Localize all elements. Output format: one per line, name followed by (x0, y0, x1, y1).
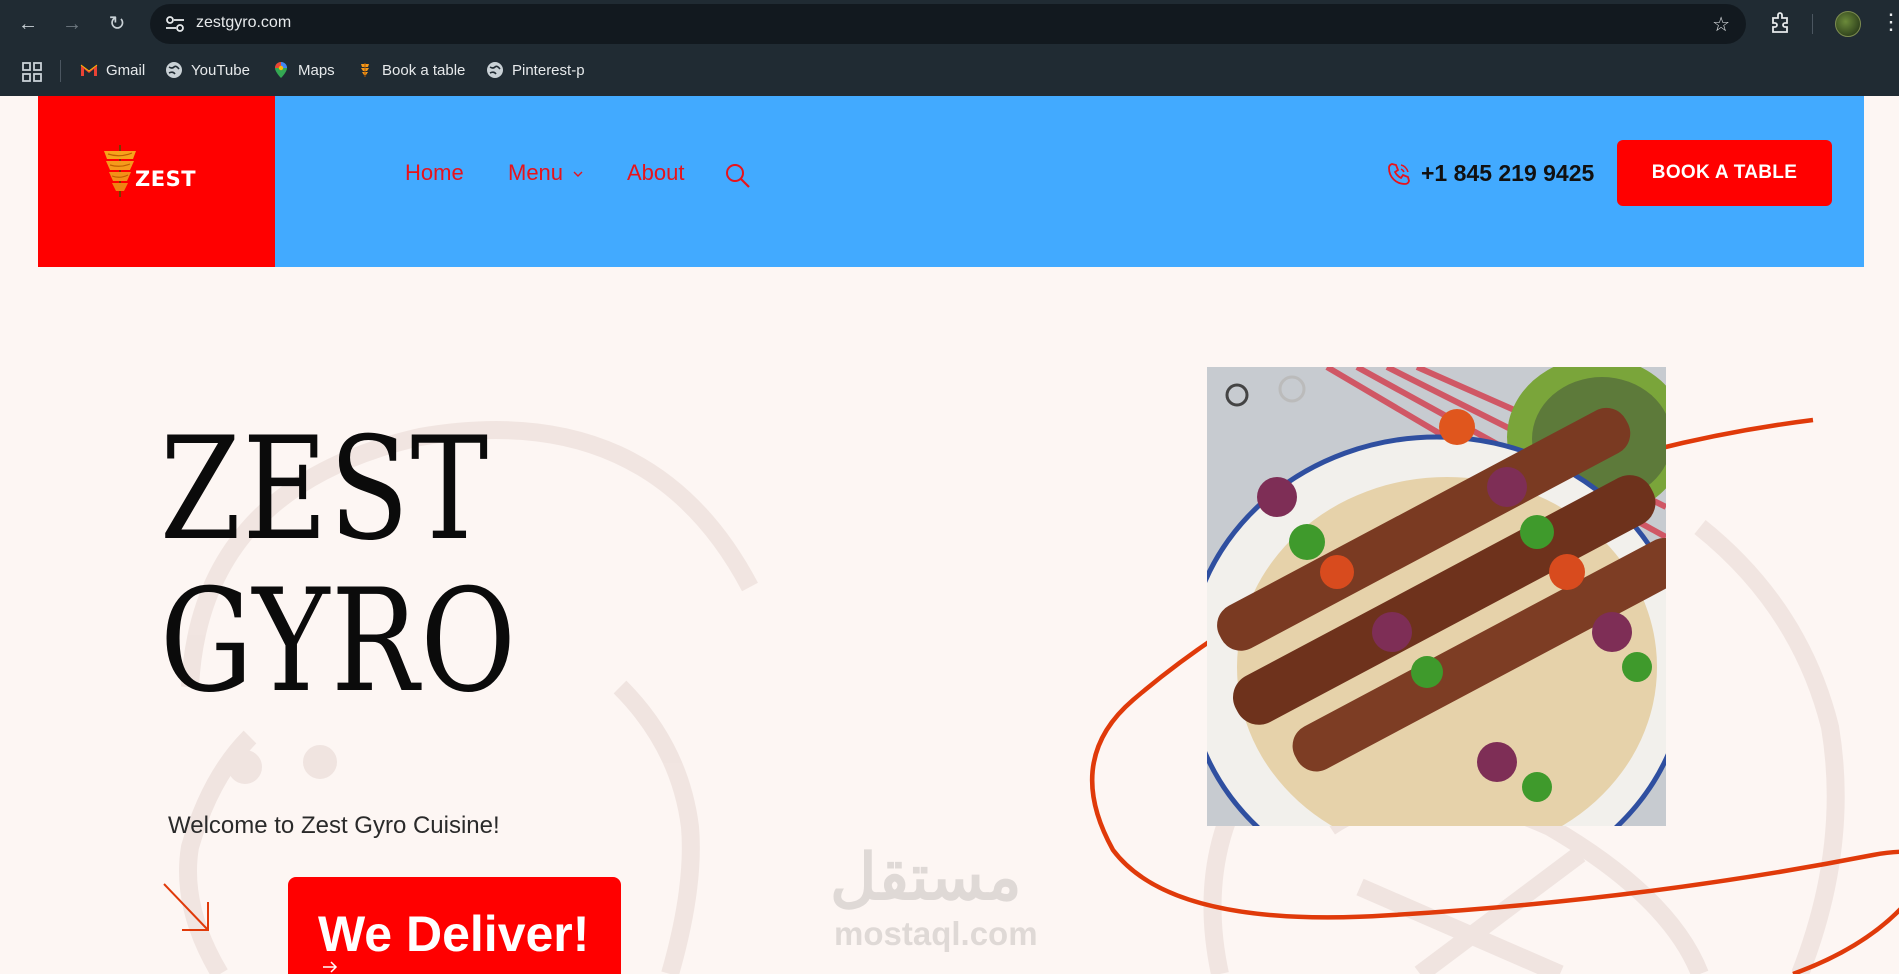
nav-menu[interactable]: Menu (508, 160, 563, 186)
bookmark-label: Gmail (106, 61, 146, 79)
phone-icon (1388, 163, 1410, 185)
decorative-arrow-icon (163, 883, 209, 931)
site-settings-icon[interactable] (164, 14, 186, 34)
apps-grid-icon[interactable] (22, 62, 42, 82)
watermark-latin: mostaql.com (834, 915, 1038, 952)
arrow-right-icon (323, 961, 338, 973)
maps-pin-icon (272, 61, 290, 79)
globe-icon (165, 61, 183, 79)
hero-title-line-2: GYRO (160, 559, 518, 724)
zest-gyro-favicon-icon (356, 61, 374, 79)
gmail-icon (80, 61, 98, 79)
logo-text: ZEST (135, 167, 197, 191)
bookmark-label: Pinterest-p (512, 61, 585, 79)
welcome-text: Welcome to Zest Gyro Cuisine! (168, 812, 500, 839)
gyro-logo-icon (104, 145, 136, 197)
hero-title-line-1: ZEST (160, 407, 490, 572)
forward-arrow-icon[interactable]: → (58, 10, 86, 38)
more-menu-icon[interactable]: ⋮ (1880, 8, 1899, 36)
search-icon[interactable] (724, 162, 752, 190)
nav-about[interactable]: About (627, 160, 685, 186)
profile-avatar[interactable] (1835, 11, 1861, 37)
chevron-down-icon[interactable] (572, 168, 584, 180)
toolbar-divider (1812, 14, 1813, 34)
book-a-table-button[interactable]: BOOK A TABLE (1617, 140, 1832, 206)
bookmarks-divider (60, 60, 61, 82)
bookmark-youtube[interactable]: YouTube (165, 58, 250, 82)
browser-toolbar: ← → ↻ zestgyro.com ☆ ⋮ (0, 0, 1899, 48)
globe-icon (486, 61, 504, 79)
bookmark-star-icon[interactable]: ☆ (1712, 12, 1730, 37)
nav-home[interactable]: Home (405, 160, 464, 186)
we-deliver-label: We Deliver! (318, 906, 590, 962)
hero-title: ZEST GYRO (160, 414, 596, 718)
kebab-skewers-image (1207, 367, 1666, 826)
watermark-arabic: مستقل (830, 841, 1022, 913)
bookmark-gmail[interactable]: Gmail (80, 58, 145, 82)
bookmark-label: Book a table (382, 61, 466, 79)
address-bar[interactable]: zestgyro.com ☆ (150, 4, 1746, 44)
bookmark-label: YouTube (191, 61, 250, 79)
bookmark-label: Maps (298, 61, 335, 79)
extensions-icon[interactable] (1768, 10, 1794, 36)
url-text[interactable]: zestgyro.com (196, 14, 291, 32)
back-arrow-icon[interactable]: ← (14, 10, 42, 38)
phone-number[interactable]: +1 845 219 9425 (1421, 160, 1594, 187)
bookmark-book-a-table[interactable]: Book a table (356, 58, 465, 82)
bookmark-maps[interactable]: Maps (272, 58, 335, 82)
reload-icon[interactable]: ↻ (103, 10, 131, 38)
bookmark-pinterest[interactable]: Pinterest-p (486, 58, 585, 82)
